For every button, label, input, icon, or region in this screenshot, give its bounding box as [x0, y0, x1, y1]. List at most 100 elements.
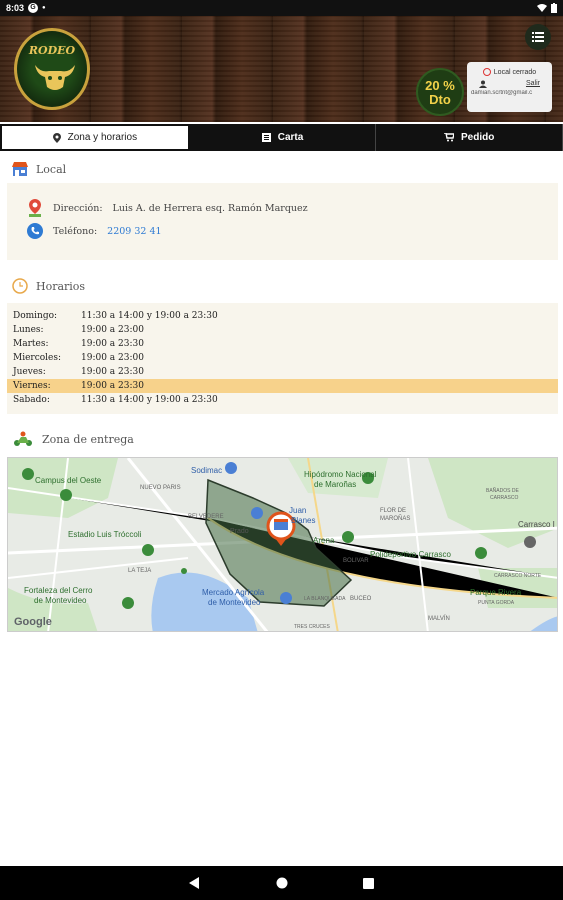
map-label: BOLIVAR	[343, 558, 369, 564]
map-label: MALVÍN	[428, 616, 450, 622]
rodeo-logo: RODEO	[14, 28, 90, 110]
discount-badge: 20 % Dto	[416, 68, 464, 116]
menu-button[interactable]	[525, 24, 551, 50]
map-label: Blanes	[291, 516, 316, 525]
tab-bar: Zona y horarios Carta Pedido	[0, 124, 563, 151]
schedule-hours: 19:00 a 23:30	[81, 381, 144, 391]
map-label: BELVEDERE	[188, 514, 224, 520]
delivery-map[interactable]: Campus del Oeste Sodimac Hipódromo Nacio…	[7, 457, 558, 632]
location-pin-icon	[29, 199, 41, 217]
schedule-row: Martes: 19:00 a 23:30	[7, 337, 558, 351]
map-label: BAÑADOS DE	[486, 488, 519, 494]
local-panel: Dirección: Luis A. de Herrera esq. Ramón…	[7, 183, 558, 260]
back-icon[interactable]	[189, 877, 201, 889]
schedule-row: Domingo: 11:30 a 14:00 y 19:00 a 23:30	[7, 309, 558, 323]
tab-pedido[interactable]: Pedido	[376, 124, 563, 151]
schedule-day: Domingo:	[13, 311, 58, 321]
map-label: Parque Rivera	[470, 588, 522, 597]
schedule-hours: 19:00 a 23:30	[81, 367, 144, 377]
map-label: LA TEJA	[128, 568, 152, 574]
map-label: Sodimac	[191, 466, 223, 475]
map-label: Campus del Oeste	[35, 476, 102, 485]
map-label: Prado	[230, 528, 249, 535]
map-label: Estadio Luis Tróccoli	[68, 530, 142, 539]
wifi-icon	[537, 3, 547, 12]
tab-label: Carta	[277, 132, 304, 143]
address-label: Dirección:	[53, 202, 103, 214]
phone-row: Teléfono: 2209 32 41	[27, 223, 162, 239]
map-label: Carrasco I	[518, 520, 555, 529]
map-label: Arena	[313, 536, 335, 545]
phone-icon	[27, 223, 43, 239]
discount-percent: 20 %	[425, 78, 455, 93]
map-label: CARRASCO NORTE	[494, 573, 542, 579]
home-icon[interactable]	[276, 877, 288, 889]
schedule-hours: 11:30 a 14:00 y 19:00 a 23:30	[81, 311, 218, 321]
discount-label: Dto	[429, 92, 451, 107]
schedule-day: Miercoles:	[13, 353, 62, 363]
map-label: FLOR DE	[380, 508, 407, 514]
schedule-row: Lunes: 19:00 a 23:00	[7, 323, 558, 337]
map-label: NUEVO PARIS	[140, 485, 181, 491]
map-label: Fortaleza del Cerro	[24, 586, 93, 595]
battery-icon	[551, 3, 557, 13]
closed-icon	[482, 68, 491, 76]
zona-title: Zona de entrega	[42, 432, 134, 446]
notification-dot-icon: ●	[42, 5, 46, 11]
map-label: CARRASCO	[490, 495, 519, 501]
schedule-row-today: Viernes: 19:00 a 23:30	[7, 379, 558, 393]
map-label: MAROÑAS	[380, 516, 411, 522]
clock-icon	[12, 278, 28, 294]
schedule-day: Viernes:	[13, 381, 51, 391]
map-label: TRES CRUCES	[294, 624, 330, 630]
list-menu-icon	[532, 32, 544, 42]
address-row: Dirección: Luis A. de Herrera esq. Ramón…	[27, 199, 308, 217]
map-label: LA BLANQUEADA	[304, 596, 346, 602]
horarios-section-title: Horarios	[12, 278, 85, 294]
store-status-text: Local cerrado	[493, 68, 537, 76]
status-bar: 8:03 G ●	[0, 0, 563, 16]
menu-book-icon	[261, 133, 271, 142]
store-status: Local cerrado	[471, 68, 548, 76]
schedule-row: Jueves: 19:00 a 23:30	[7, 365, 558, 379]
map-label: de Montevideo	[208, 598, 261, 607]
status-time: 8:03	[6, 3, 25, 13]
system-nav-bar	[0, 866, 563, 900]
map-pin-icon	[52, 132, 61, 143]
address-value: Luis A. de Herrera esq. Ramón Marquez	[112, 202, 308, 214]
horarios-panel: Domingo: 11:30 a 14:00 y 19:00 a 23:30 L…	[7, 303, 558, 414]
tab-carta[interactable]: Carta	[190, 124, 377, 151]
logout-link[interactable]: Salir	[526, 80, 540, 88]
tab-zona-horarios[interactable]: Zona y horarios	[0, 124, 190, 151]
local-section-title: Local	[12, 161, 66, 177]
schedule-day: Lunes:	[13, 325, 44, 335]
map-label: Mercado Agrícola	[202, 588, 265, 597]
map-label: PUNTA GORDA	[478, 600, 515, 606]
schedule-day: Martes:	[13, 339, 49, 349]
schedule-day: Jueves:	[13, 367, 46, 377]
schedule-row: Sabado: 11:30 a 14:00 y 19:00 a 23:30	[7, 393, 558, 407]
recents-icon[interactable]	[363, 877, 374, 889]
phone-label: Teléfono:	[53, 225, 98, 237]
schedule-hours: 11:30 a 14:00 y 19:00 a 23:30	[81, 395, 218, 405]
schedule-hours: 19:00 a 23:00	[81, 325, 144, 335]
phone-link[interactable]: 2209 32 41	[107, 226, 161, 237]
local-title: Local	[36, 162, 67, 176]
map-label: de Maroñas	[314, 480, 357, 489]
zona-section-title: Zona de entrega	[12, 431, 134, 447]
map-label: Polideportivo Carrasco	[370, 550, 451, 559]
tab-label: Zona y horarios	[67, 132, 138, 143]
user-icon	[479, 80, 487, 88]
schedule-row: Miercoles: 19:00 a 23:00	[7, 351, 558, 365]
map-label: de Montevideo	[34, 596, 87, 605]
bull-head-icon	[35, 65, 75, 90]
map-label: Hipódromo Nacional	[304, 470, 377, 479]
map-label: Juan	[289, 506, 307, 515]
tab-label: Pedido	[461, 132, 495, 143]
delivery-scooter-icon	[14, 431, 32, 446]
schedule-hours: 19:00 a 23:00	[81, 353, 144, 363]
schedule-hours: 19:00 a 23:30	[81, 339, 144, 349]
app-header: RODEO 20 % Dto Local cerrado Salir damia…	[0, 16, 563, 122]
user-panel: Local cerrado Salir damian.scrtnt@gmail.…	[467, 62, 552, 112]
horarios-title: Horarios	[36, 279, 86, 293]
